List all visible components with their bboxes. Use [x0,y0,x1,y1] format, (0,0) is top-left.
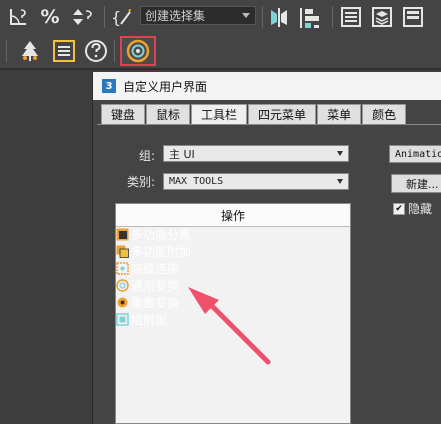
tab-mouse[interactable]: 鼠标 [146,104,191,124]
item-label: 多功能分离 [131,228,192,242]
list-item[interactable]: 高级连接 [116,260,179,277]
category-dropdown[interactable]: MAX TOOLS [163,173,349,190]
universal-transform-icon [116,279,129,292]
svg-text:{: { [111,8,121,27]
toolbar-select-dropdown[interactable]: Animatio [389,145,441,163]
layer-manager-icon[interactable] [340,6,362,28]
action-items: 多功能分离 多功能附加 高级连接 通用变换 重置变换 组附加 [20,226,191,424]
item-label: 重置变换 [131,296,180,310]
dialog-titlebar: 3 自定义用户界面 [93,72,441,100]
attach-icon [116,245,129,258]
help-icon[interactable] [84,39,108,63]
main-toolbar-row2 [0,34,441,68]
item-label: 高级连接 [131,262,180,276]
list-item[interactable]: 多功能分离 [116,226,191,243]
detach-icon [116,228,129,241]
toolbar-separator [114,40,115,62]
group-attach-icon [116,313,129,326]
percent-snap-icon[interactable]: % [38,6,62,28]
list-item[interactable]: 多功能附加 [116,243,191,260]
item-label: 多功能附加 [131,245,192,259]
tab-quad-menus[interactable]: 四元菜单 [248,104,317,124]
action-column-header[interactable]: 操作 [116,204,350,227]
item-label: 组附加 [131,313,168,327]
app-logo-icon: 3 [102,79,116,93]
spinner-snap-icon[interactable] [70,6,98,28]
tab-colors[interactable]: 颜色 [362,104,407,124]
list-item[interactable]: 重置变换 [116,294,179,311]
toolbar-separator [6,40,7,62]
new-toolbar-button[interactable]: 新建... [391,174,441,193]
graph-editor-icon[interactable] [402,6,424,28]
chevron-down-icon [337,151,343,156]
edit-named-selection-icon[interactable]: { [110,6,138,28]
universal-transform-button[interactable] [120,36,156,66]
selection-set-text: 创建选择集 [145,9,206,23]
list-item[interactable]: 组附加 [116,311,167,328]
tab-divider [97,124,441,125]
universal-transform-icon [126,39,150,63]
group-dropdown[interactable]: 主 UI [163,145,349,162]
snap-angle-icon[interactable] [6,6,30,28]
chevron-down-icon [337,179,343,184]
mirror-icon[interactable] [268,6,290,28]
chevron-down-icon [242,13,250,18]
main-toolbar-row1: % { 创建选择集 [0,0,441,34]
list-item[interactable]: 通用变换 [116,277,179,294]
hide-checkbox-label: 隐藏 [408,202,433,216]
category-value: MAX TOOLS [169,176,224,187]
action-header-label: 操作 [220,208,245,223]
tab-bar: 键盘 鼠标 工具栏 四元菜单 菜单 颜色 [101,104,407,124]
toolbar-divider [0,68,441,70]
group-value: 主 UI [169,147,195,161]
tab-keyboard[interactable]: 键盘 [101,104,146,124]
toolbar-separator [104,6,105,28]
tab-toolbars[interactable]: 工具栏 [191,104,248,124]
align-icon[interactable] [298,6,324,30]
tab-menus[interactable]: 菜单 [317,104,362,124]
list-icon[interactable] [52,39,76,63]
scene-explorer-icon[interactable] [371,6,393,28]
category-label: 类别: [127,175,156,189]
item-label: 通用变换 [131,279,180,293]
reset-gear-icon [117,297,128,308]
group-label: 组: [139,149,156,163]
hide-checkbox[interactable]: ✔ 隐藏 [393,200,432,217]
checkmark-icon: ✔ [393,202,405,215]
toolbar-separator [332,6,333,28]
connect-icon [116,262,129,275]
dialog-title: 自定义用户界面 [123,79,208,94]
toolbar-separator [262,6,263,28]
selection-set-dropdown[interactable]: 创建选择集 [140,6,256,25]
populate-icon[interactable] [18,39,42,63]
